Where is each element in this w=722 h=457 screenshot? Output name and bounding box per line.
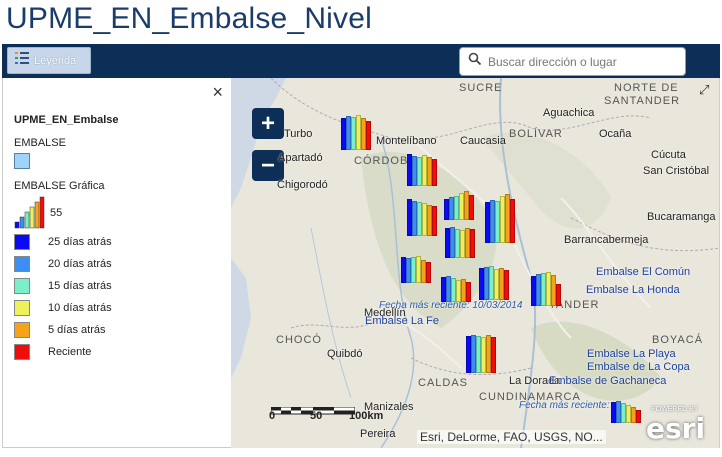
legend-entry-label: Reciente <box>48 346 92 358</box>
gauge-bar <box>19 216 25 229</box>
place-label: Quibdó <box>327 348 363 360</box>
reservoir-bar-chart[interactable] <box>441 250 471 302</box>
reservoir-bar <box>426 262 431 283</box>
close-icon[interactable]: × <box>212 82 223 103</box>
legend-entry: 25 días atrás <box>14 234 112 250</box>
place-label: Turbo <box>284 128 313 140</box>
legend-color-swatch <box>14 322 30 338</box>
legend-entry: 5 días atrás <box>14 322 105 338</box>
legend-entry-label: 20 días atrás <box>48 258 112 270</box>
region-label: SANTANDER <box>604 95 681 107</box>
search-icon <box>468 52 482 71</box>
place-label: Barrancabermeja <box>564 234 649 246</box>
legend-color-swatch <box>14 300 30 316</box>
gauge-bar <box>34 201 40 229</box>
reservoir-bar-chart[interactable] <box>407 184 437 236</box>
search-box[interactable] <box>459 47 686 76</box>
reservoir-label: Embalse La Fe <box>365 315 439 327</box>
legend-embalse-label: EMBALSE <box>14 137 66 149</box>
legend-color-swatch <box>14 278 30 294</box>
reservoir-bar-chart[interactable] <box>407 134 437 186</box>
legend-entry: 15 días atrás <box>14 278 112 294</box>
place-label: Caucasia <box>460 135 506 147</box>
legend-grafica-label: EMBALSE Gráfica <box>14 180 105 192</box>
place-label: Apartadó <box>278 152 323 164</box>
scale-label: 0 <box>269 410 276 422</box>
grafica-value: 55 <box>50 207 63 219</box>
place-label: Bucaramanga <box>647 211 716 223</box>
page-title: UPME_EN_Embalse_Nivel <box>6 2 373 35</box>
region-label: SUCRE <box>459 82 503 94</box>
region-label: BOLÍVAR <box>509 128 563 140</box>
reservoir-label: Embalse de Gachaneca <box>549 375 667 387</box>
place-label: Chigorodó <box>277 179 328 191</box>
reservoir-bar-chart[interactable] <box>611 371 641 423</box>
grafica-gauge-icon <box>14 196 45 229</box>
legend-layer-title: UPME_EN_Embalse <box>14 114 119 126</box>
place-label: San Cristóbal <box>643 165 710 177</box>
legend-color-swatch <box>14 234 30 250</box>
legend-panel: × UPME_EN_Embalse EMBALSE EMBALSE Gráfic… <box>2 78 231 448</box>
embalse-swatch <box>14 153 30 169</box>
reservoir-bar <box>432 206 437 236</box>
reservoir-bar <box>432 159 437 186</box>
reservoir-bar-chart[interactable] <box>401 231 431 283</box>
app-root: UPME_EN_Embalse_Nivel Leyenda Buscar dir… <box>0 0 722 457</box>
region-label: CALDAS <box>418 377 469 389</box>
region-label: CHOCÓ <box>276 334 322 346</box>
place-label: Cúcuta <box>651 149 686 161</box>
expand-icon[interactable]: ⤢ <box>699 82 709 98</box>
reservoir-bar <box>510 199 515 243</box>
reservoir-bar <box>491 337 496 373</box>
legend-entry: 20 días atrás <box>14 256 112 272</box>
legend-entry-label: 5 días atrás <box>48 324 106 336</box>
place-label: Aguachica <box>543 107 595 119</box>
map-view[interactable]: + − ⤢ SUCRE BOLÍVAR NORTE DE SANTANDER C… <box>231 78 720 448</box>
reservoir-bar-chart[interactable] <box>466 321 496 373</box>
reservoir-bar-chart[interactable] <box>479 248 509 300</box>
gauge-bar <box>39 196 45 229</box>
reservoir-bar-chart[interactable] <box>341 98 371 150</box>
reservoir-bar <box>636 410 641 423</box>
legend-entry: 10 días atrás <box>14 300 112 316</box>
place-label: Pereira <box>360 428 396 440</box>
reservoir-bar <box>504 270 509 300</box>
top-toolbar: Leyenda <box>2 44 720 78</box>
reservoir-label: Embalse La Honda <box>586 284 680 296</box>
region-label: BOYACÁ <box>652 334 704 346</box>
region-label: NORTE DE <box>614 82 679 94</box>
legend-icon <box>14 50 30 71</box>
scale-label: 100km <box>349 410 384 422</box>
reservoir-bar-chart[interactable] <box>531 254 561 306</box>
reservoir-bar-chart[interactable] <box>485 191 515 243</box>
reservoir-bar <box>466 282 471 302</box>
gauge-bar <box>14 221 20 229</box>
legend-entry-label: 25 días atrás <box>48 236 112 248</box>
gauge-bar <box>24 211 30 229</box>
search-input[interactable] <box>488 54 678 69</box>
legend-button-label: Leyenda <box>34 54 77 67</box>
zoom-in-button[interactable]: + <box>252 108 284 139</box>
place-label: Ocaña <box>599 128 632 140</box>
esri-logo[interactable]: esri <box>646 412 705 445</box>
date-label: Fecha más reciente: <box>519 400 610 411</box>
legend-entry-label: 10 días atrás <box>48 302 112 314</box>
reservoir-bar <box>556 284 561 306</box>
legend-color-swatch <box>14 344 30 360</box>
legend-button[interactable]: Leyenda <box>7 47 91 74</box>
reservoir-label: Embalse La Playa <box>587 348 676 360</box>
reservoir-bar <box>366 121 371 150</box>
legend-entry: Reciente <box>14 344 91 360</box>
reservoir-label: Embalse El Común <box>596 266 691 278</box>
legend-entry-label: 15 días atrás <box>48 280 112 292</box>
legend-color-swatch <box>14 256 30 272</box>
gauge-bar <box>29 206 35 229</box>
map-attribution: Esri, DeLorme, FAO, USGS, NO... <box>417 430 606 444</box>
scale-label: 50 <box>310 410 323 422</box>
